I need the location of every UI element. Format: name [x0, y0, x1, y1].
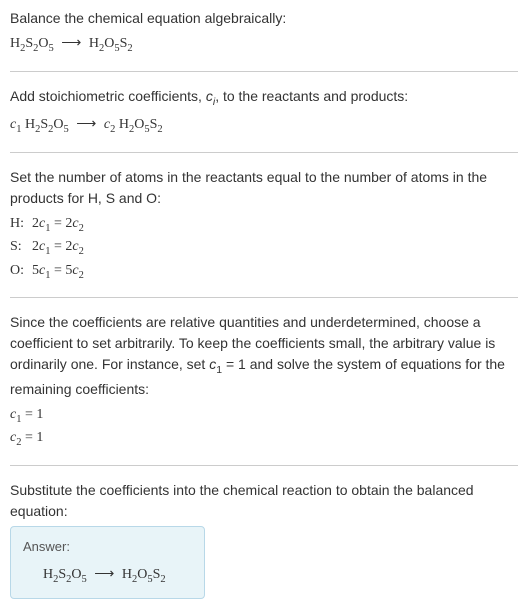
reaction-arrow: ⟶ [76, 114, 96, 135]
eq: = [50, 216, 65, 231]
instruction-text: Since the coefficients are relative quan… [10, 312, 518, 400]
sub: 5 [82, 574, 87, 585]
divider [10, 297, 518, 298]
sub: 2 [127, 43, 132, 54]
divider [10, 152, 518, 153]
element-label: S: [10, 236, 28, 260]
o: O [71, 567, 81, 582]
h: H [25, 117, 35, 132]
reactant-h: H [10, 36, 20, 51]
o: O [134, 117, 144, 132]
solution-c2: c2 = 1 [10, 427, 518, 451]
sub: 2 [157, 124, 162, 135]
eq-row-h: H: 2c1 = 2c2 [10, 213, 518, 237]
sub: 5 [49, 43, 54, 54]
element-label: O: [10, 260, 28, 284]
unbalanced-equation: H2S2O5 ⟶ H2O5S2 [10, 33, 518, 57]
o: O [53, 117, 63, 132]
reaction-arrow: ⟶ [94, 564, 114, 585]
sub: 2 [79, 246, 84, 257]
eq-row-o: O: 5c1 = 5c2 [10, 260, 518, 284]
product-h: H [89, 36, 99, 51]
divider [10, 71, 518, 72]
text-part: , to the reactants and products: [215, 88, 408, 104]
instruction-text: Set the number of atoms in the reactants… [10, 167, 518, 209]
instruction-text: Substitute the coefficients into the che… [10, 480, 518, 522]
section-solve: Since the coefficients are relative quan… [10, 312, 518, 451]
h: H [122, 567, 132, 582]
answer-box: Answer: H2S2O5 ⟶ H2O5S2 [10, 526, 205, 599]
text-part: Add stoichiometric coefficients, [10, 88, 206, 104]
eq-body: 2c1 = 2c2 [32, 236, 84, 260]
eq: = [50, 239, 65, 254]
section-stoichiometric: Add stoichiometric coefficients, ci, to … [10, 86, 518, 138]
val: = 1 [21, 430, 43, 445]
s: S [58, 567, 66, 582]
reactant-o: O [38, 36, 48, 51]
answer-label: Answer: [23, 537, 192, 557]
element-label: H: [10, 213, 28, 237]
eq-body: 2c1 = 2c2 [32, 213, 84, 237]
sub: 5 [64, 124, 69, 135]
h: H [119, 117, 129, 132]
num: 5 [32, 263, 39, 278]
divider [10, 465, 518, 466]
sub: 2 [79, 270, 84, 281]
coeff-symbol: c [206, 88, 213, 104]
section-atom-balance: Set the number of atoms in the reactants… [10, 167, 518, 284]
val: = 1 [21, 407, 43, 422]
section-balance-intro: Balance the chemical equation algebraica… [10, 8, 518, 57]
s: S [40, 117, 48, 132]
product-o: O [104, 36, 114, 51]
instruction-text: Balance the chemical equation algebraica… [10, 8, 518, 29]
instruction-text: Add stoichiometric coefficients, ci, to … [10, 86, 518, 111]
section-answer: Substitute the coefficients into the che… [10, 480, 518, 599]
reactant-s: S [25, 36, 33, 51]
balance-equations: H: 2c1 = 2c2 S: 2c1 = 2c2 O: 5c1 = 5c2 [10, 213, 518, 284]
eq: = [50, 263, 65, 278]
eq-body: 5c1 = 5c2 [32, 260, 84, 284]
coeff-equation: c1 H2S2O5 ⟶ c2 H2O5S2 [10, 114, 518, 138]
balanced-equation: H2S2O5 ⟶ H2O5S2 [23, 564, 192, 588]
reaction-arrow: ⟶ [61, 33, 81, 54]
num: 2 [32, 216, 39, 231]
h: H [43, 567, 53, 582]
eq: = 1 [222, 356, 246, 372]
num: 2 [32, 239, 39, 254]
o: O [137, 567, 147, 582]
solution-c1: c1 = 1 [10, 404, 518, 428]
eq-row-s: S: 2c1 = 2c2 [10, 236, 518, 260]
sub: 2 [79, 222, 84, 233]
sub: 2 [160, 574, 165, 585]
